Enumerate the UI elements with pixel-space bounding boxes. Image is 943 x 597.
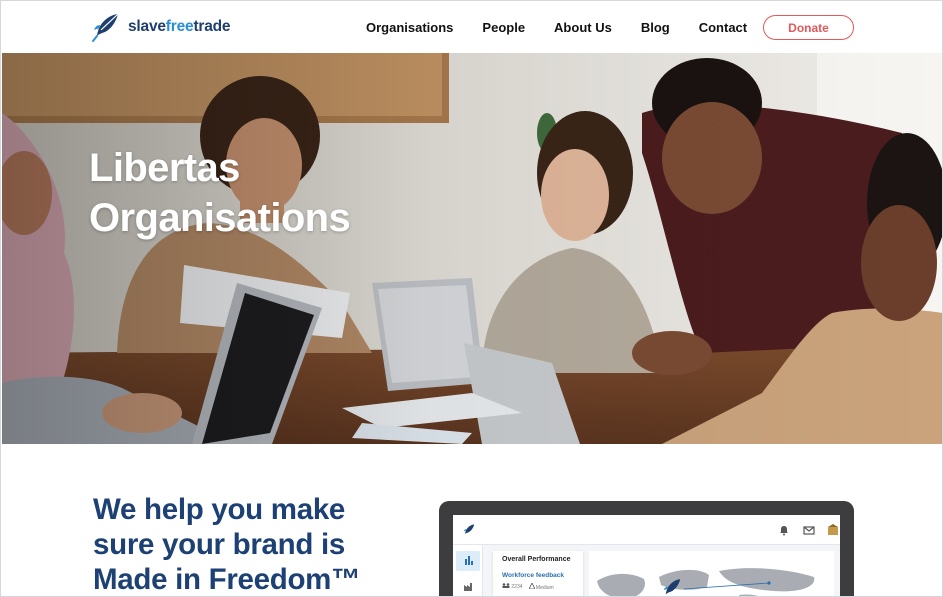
risk-icon <box>527 582 536 590</box>
dashboard-preview: Overall Performance Workforce feedback 2… <box>439 501 854 596</box>
stat-risk: Medium <box>527 582 554 591</box>
logo-link[interactable]: slavefreetrade <box>90 11 231 43</box>
feather-logo-icon <box>92 13 119 42</box>
page: slavefreetrade Organisations People Abou… <box>0 0 943 597</box>
world-map-graphic <box>597 568 815 596</box>
nav-item-people[interactable]: People <box>482 20 525 35</box>
overall-performance-card: Overall Performance Workforce feedback 2… <box>493 551 583 596</box>
nav-item-blog[interactable]: Blog <box>641 20 670 35</box>
hero-title-line2: Organisations <box>89 196 351 240</box>
stat-workers-value: 2234 <box>511 584 523 590</box>
nav-item-about-us[interactable]: About Us <box>554 20 612 35</box>
bell-icon <box>780 526 788 536</box>
nav-item-contact[interactable]: Contact <box>699 20 747 35</box>
feather-logo-icon <box>463 524 475 534</box>
company-avatar-icon <box>828 524 838 535</box>
feather-marker-icon <box>663 579 681 595</box>
hero-photo-team-meeting <box>2 53 942 444</box>
headline-line1: We help you make <box>93 493 346 526</box>
sidebar-item-performance[interactable] <box>456 551 480 571</box>
donate-button[interactable]: Donate <box>763 15 854 40</box>
headline-line2: sure your brand is <box>93 528 345 561</box>
card-subtitle[interactable]: Workforce feedback <box>502 572 574 579</box>
brand-name: slavefreetrade <box>128 18 231 36</box>
dashboard-screen: Overall Performance Workforce feedback 2… <box>453 515 840 596</box>
dashboard-sidebar <box>453 545 483 596</box>
hero-title: Libertas Organisations <box>89 143 419 243</box>
people-icon <box>502 583 510 588</box>
world-map <box>589 551 834 596</box>
card-title: Overall Performance <box>502 556 571 563</box>
stat-risk-value: Medium <box>535 585 554 591</box>
intro-section: We help you make sure your brand is Made… <box>1 444 942 596</box>
sidebar-item-factory[interactable] <box>456 577 480 596</box>
stat-workers: 2234 <box>502 583 523 591</box>
site-header: slavefreetrade Organisations People Abou… <box>1 1 942 53</box>
brand-name-part3: trade <box>193 18 231 35</box>
dashboard-topbar <box>453 515 840 545</box>
hero-title-line1: Libertas <box>89 146 240 190</box>
section-headline: We help you make sure your brand is Made… <box>93 492 423 596</box>
mail-icon <box>803 526 815 535</box>
brand-name-part1: slave <box>128 18 166 35</box>
headline-line3: Made in Freedom™ <box>93 563 361 596</box>
nav-item-organisations[interactable]: Organisations <box>366 20 453 35</box>
factory-icon <box>464 583 472 591</box>
hero-banner: Libertas Organisations <box>2 53 942 444</box>
main-nav: Organisations People About Us Blog Conta… <box>366 1 776 53</box>
brand-name-part2: free <box>165 18 194 35</box>
card-stats: 2234 Medium <box>502 582 574 591</box>
bar-chart-icon <box>465 556 473 565</box>
